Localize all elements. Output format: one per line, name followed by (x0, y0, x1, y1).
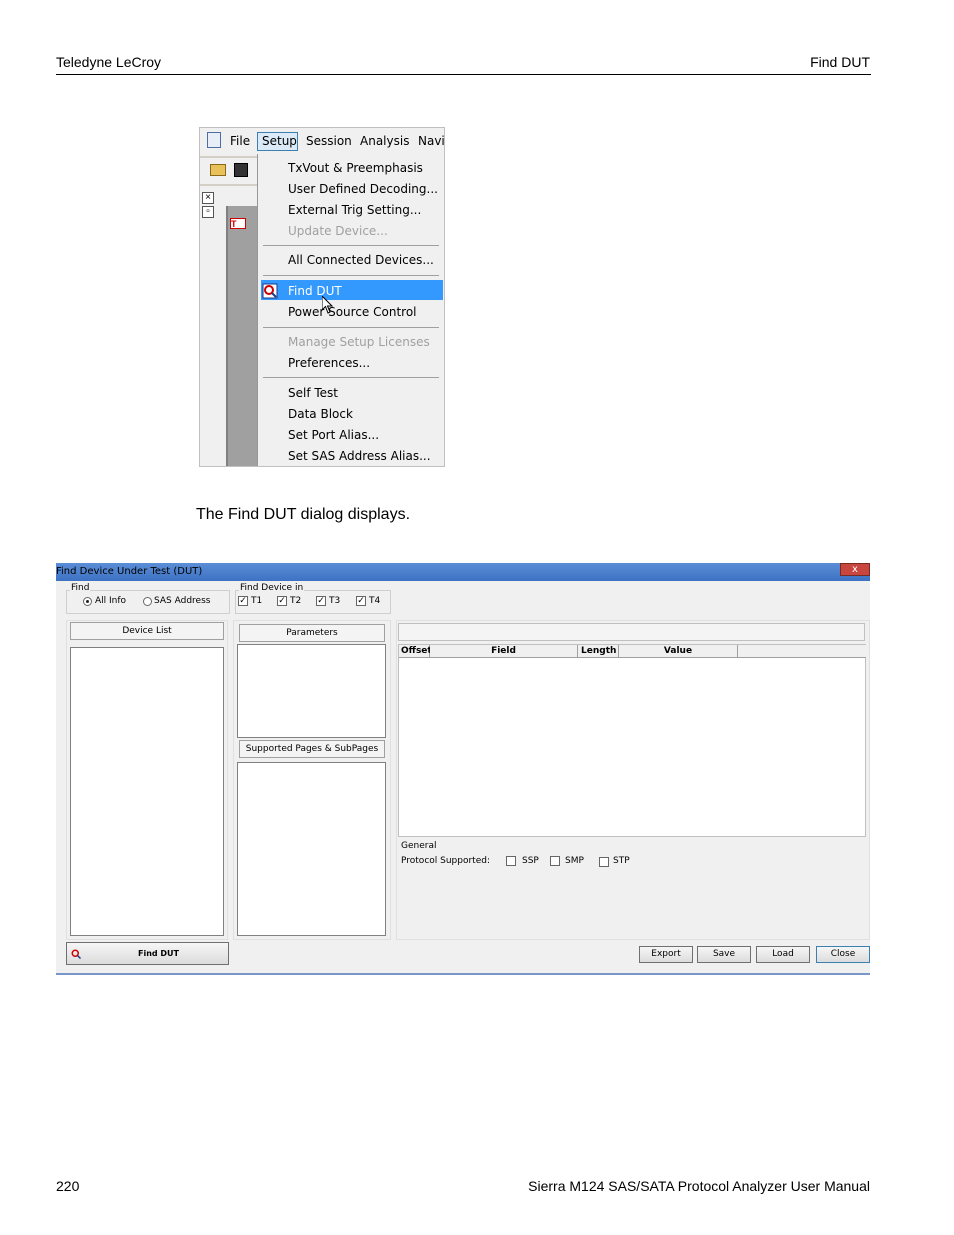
close-button[interactable]: Close (816, 946, 870, 963)
app-icon (207, 132, 221, 148)
checkbox-t4-label: T4 (369, 596, 381, 606)
checkbox-t2[interactable]: ✓ (277, 596, 287, 606)
protocol-supported-label: Protocol Supported: (401, 856, 490, 866)
toolbar (200, 158, 258, 184)
menu-separator (263, 377, 439, 378)
column-offset[interactable]: Offset (399, 645, 432, 658)
radio-sas-address-label: SAS Address (154, 596, 211, 606)
checkbox-t2-label: T2 (290, 596, 302, 606)
menu-item-update-device: Update Device... (288, 224, 388, 238)
checkbox-ssp-label: SSP (522, 856, 539, 866)
menu-item-txvout[interactable]: TxVout & Preemphasis (288, 161, 423, 175)
find-dut-dialog: Find Device Under Test (DUT) x Find All … (56, 563, 870, 975)
dialog-titlebar: Find Device Under Test (DUT) x (56, 563, 870, 581)
supported-pages-header: Supported Pages & SubPages (239, 740, 385, 758)
radio-sas-address[interactable] (143, 597, 152, 606)
restore-icon[interactable]: ▫ (202, 206, 214, 218)
setup-dropdown: TxVout & Preemphasis User Defined Decodi… (257, 154, 444, 466)
load-button[interactable]: Load (756, 946, 810, 963)
menu-item-external-trig[interactable]: External Trig Setting... (288, 203, 421, 217)
side-panel: × ▫ T (200, 186, 260, 466)
trigger-marker-icon: T (230, 218, 246, 229)
checkbox-t1[interactable]: ✓ (238, 596, 248, 606)
find-device-in-label: Find Device in (239, 583, 305, 593)
close-icon[interactable]: × (202, 192, 214, 204)
page-number: 220 (56, 1178, 80, 1194)
checkbox-smp-label: SMP (565, 856, 584, 866)
setup-menu-screenshot: File Setup Session Analysis Navi × ▫ T T… (199, 127, 445, 467)
parameters-list[interactable] (237, 644, 386, 738)
menu-item-set-port-alias[interactable]: Set Port Alias... (288, 428, 379, 442)
column-filler (738, 645, 866, 658)
details-toolbar (398, 623, 865, 641)
supported-pages-list[interactable] (237, 762, 386, 936)
checkbox-stp[interactable] (599, 857, 609, 867)
save-button[interactable]: Save (697, 946, 751, 963)
column-field[interactable]: Field (430, 645, 578, 658)
dialog-title: Find Device Under Test (DUT) (56, 566, 203, 577)
menu-item-user-defined-decoding[interactable]: User Defined Decoding... (288, 182, 438, 196)
menu-item-power-source-control[interactable]: Power Source Control (288, 305, 417, 319)
header-right: Find DUT (810, 54, 870, 70)
device-list-header: Device List (70, 622, 224, 640)
radio-all-info[interactable] (83, 597, 92, 606)
menu-item-all-connected-devices[interactable]: All Connected Devices... (288, 253, 434, 267)
open-folder-icon[interactable] (210, 164, 226, 176)
parameters-header: Parameters (239, 624, 385, 642)
find-dut-icon (262, 283, 278, 299)
find-dut-button[interactable]: Find DUT (66, 942, 229, 965)
checkbox-smp[interactable] (550, 856, 560, 866)
menu-file[interactable]: File (230, 134, 250, 148)
menu-separator (263, 327, 439, 328)
header-left: Teledyne LeCroy (56, 54, 162, 70)
header-rule (56, 74, 871, 75)
menu-separator (263, 245, 439, 246)
menu-item-manage-setup-licenses: Manage Setup Licenses (288, 335, 430, 349)
find-group-label: Find (70, 583, 91, 593)
trace-area (226, 206, 260, 466)
menu-setup[interactable]: Setup (262, 134, 297, 148)
menu-item-self-test[interactable]: Self Test (288, 386, 338, 400)
checkbox-ssp[interactable] (506, 856, 516, 866)
menu-session[interactable]: Session (306, 134, 352, 148)
mouse-cursor-icon (322, 296, 334, 314)
find-dut-button-label: Find DUT (138, 949, 180, 958)
menu-item-set-sas-address-alias[interactable]: Set SAS Address Alias... (288, 449, 431, 463)
menu-analysis[interactable]: Analysis (360, 134, 409, 148)
menu-bar: File Setup Session Analysis Navi (200, 128, 444, 156)
menu-item-data-block[interactable]: Data Block (288, 407, 353, 421)
general-label: General (401, 841, 437, 851)
find-dut-icon (71, 949, 82, 960)
checkbox-t3-label: T3 (329, 596, 341, 606)
export-button[interactable]: Export (639, 946, 693, 963)
checkbox-t1-label: T1 (251, 596, 263, 606)
column-length[interactable]: Length (578, 645, 619, 658)
column-value[interactable]: Value (619, 645, 738, 658)
checkbox-stp-label: STP (613, 856, 630, 866)
caption: The Find DUT dialog displays. (196, 506, 411, 523)
close-icon[interactable]: x (840, 563, 870, 576)
checkbox-t4[interactable]: ✓ (356, 596, 366, 606)
radio-all-info-label: All Info (95, 596, 127, 606)
menu-separator (263, 275, 439, 276)
details-table[interactable]: Offset Field Length Value (398, 644, 866, 837)
menu-navigate[interactable]: Navi (418, 134, 444, 148)
menu-item-preferences[interactable]: Preferences... (288, 356, 370, 370)
checkbox-t3[interactable]: ✓ (316, 596, 326, 606)
save-icon[interactable] (234, 163, 248, 177)
footer-title: Sierra M124 SAS/SATA Protocol Analyzer U… (528, 1178, 870, 1194)
device-list[interactable] (70, 647, 224, 936)
